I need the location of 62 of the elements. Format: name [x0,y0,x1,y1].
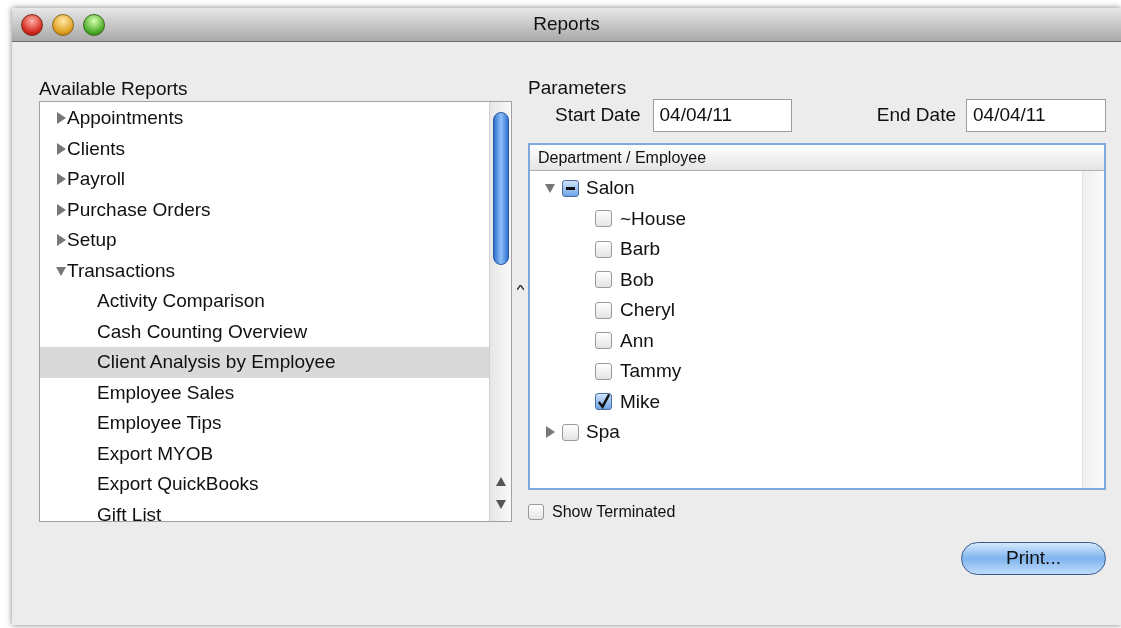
scroll-down-icon[interactable] [495,500,506,509]
disclosure-triangle-icon[interactable] [56,173,66,186]
employee-name: Mike [620,389,661,414]
report-item[interactable]: Activity Comparison [40,286,489,317]
checkbox[interactable] [528,504,544,520]
report-item[interactable]: Employee Sales [40,377,489,408]
employee-name: ~House [620,206,687,231]
checkbox[interactable] [595,271,612,289]
splitter-handle-icon[interactable] [516,285,524,290]
disclosure-triangle-icon[interactable] [56,234,66,247]
department-row[interactable]: Spa [530,417,1082,448]
checkbox[interactable] [595,362,612,380]
checkbox[interactable] [595,210,612,228]
checkbox[interactable] [562,179,579,197]
checkbox[interactable] [595,332,612,350]
field-label: Start Date [555,102,641,127]
report-category[interactable]: Purchase Orders [40,194,489,225]
checkbox[interactable] [562,423,579,441]
scrollbar[interactable] [489,102,511,521]
section-label: Available Reports [39,77,189,101]
scrollbar[interactable] [1082,171,1104,488]
report-category[interactable]: Transactions [40,255,489,286]
minimize-button[interactable] [52,13,74,36]
scroll-thumb[interactable] [492,112,509,265]
disclosure-triangle-icon[interactable] [545,182,555,195]
department-name: Spa [586,420,620,444]
department-row[interactable]: Salon [530,173,1082,204]
disclosure-triangle-icon[interactable] [545,426,555,439]
report-category[interactable]: Clients [40,133,489,164]
report-item[interactable]: Cash Counting Overview [40,316,489,347]
report-item[interactable]: Employee Tips [40,408,489,439]
employee-name: Bob [620,267,654,292]
report-category[interactable]: Appointments [40,103,489,134]
disclosure-triangle-icon[interactable] [56,203,66,216]
disclosure-triangle-icon[interactable] [56,112,66,125]
report-item[interactable]: Export QuickBooks [40,469,489,500]
zoom-button[interactable] [83,13,105,36]
department-name: Salon [586,176,635,200]
window-title: Reports [533,12,600,37]
checkbox[interactable] [595,240,612,258]
checkbox[interactable] [595,301,612,319]
disclosure-triangle-icon[interactable] [56,264,66,277]
close-button[interactable] [21,13,43,36]
report-item[interactable]: Gift List [40,499,489,521]
checkbox-label: Show Terminated [552,502,676,522]
report-item[interactable]: Client Analysis by Employee [40,347,489,378]
disclosure-triangle-icon[interactable] [56,142,66,155]
checkbox[interactable] [595,393,612,411]
report-category[interactable]: Payroll [40,164,489,195]
report-category[interactable]: Setup [40,225,489,256]
print-button[interactable]: Print... [961,542,1106,575]
employee-name: Cheryl [620,298,675,322]
employee-name: Barb [620,237,661,261]
employee-name: Tammy [620,359,682,383]
section-label: Parameters [528,77,628,99]
start-date-field[interactable]: 04/04/11 [652,98,792,132]
column-header[interactable]: Department / Employee [530,145,1104,171]
scroll-up-icon[interactable] [495,477,506,486]
field-label: End Date [876,102,956,127]
report-item[interactable]: Export MYOB [40,438,489,469]
employee-name: Ann [620,328,654,353]
end-date-field[interactable]: 04/04/11 [966,98,1106,132]
